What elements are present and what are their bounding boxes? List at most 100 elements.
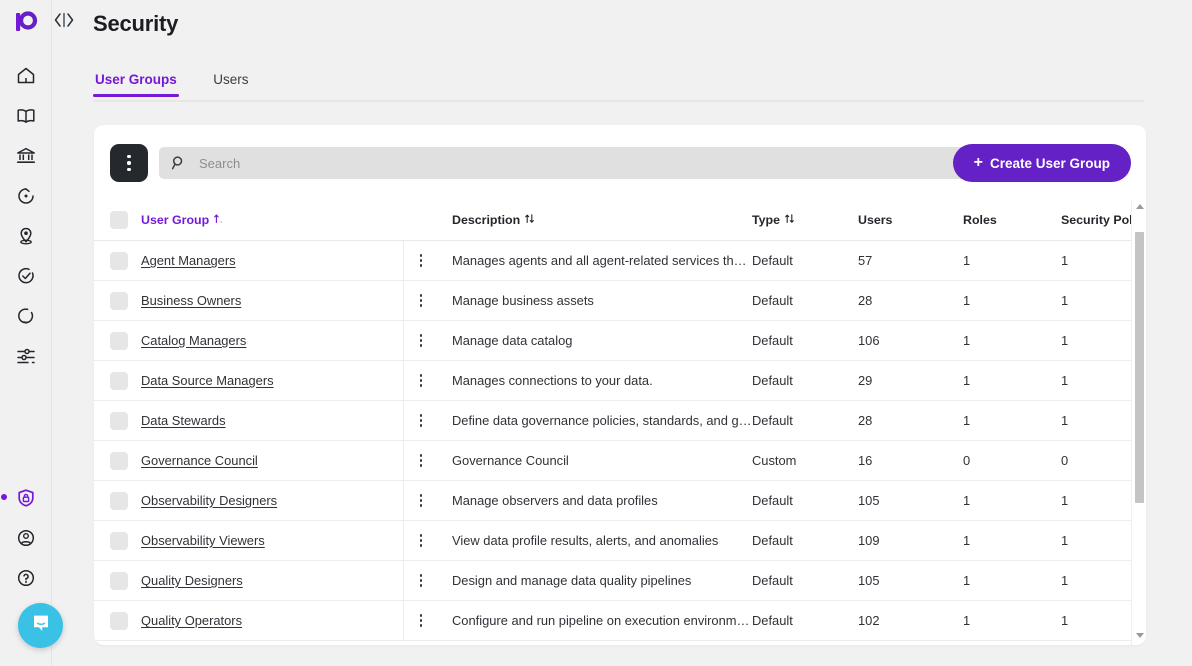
user-groups-card: + Create User Group User Group <box>94 125 1146 645</box>
search-box[interactable] <box>159 147 973 179</box>
table-row[interactable]: Catalog Managers Manage data catalog Defau… <box>94 321 1146 361</box>
row-checkbox[interactable] <box>110 611 128 630</box>
header-user-group[interactable]: User Group <box>141 213 406 227</box>
table-vertical-scrollbar[interactable] <box>1131 200 1146 645</box>
scroll-down-icon[interactable] <box>1136 633 1144 641</box>
row-more-vertical-icon[interactable] <box>414 369 429 393</box>
table-row[interactable]: Quality Designers Design and manage data … <box>94 561 1146 601</box>
cell-description: Configure and run pipeline on execution … <box>436 613 752 628</box>
user-group-link[interactable]: Agent Managers <box>141 253 236 268</box>
column-divider <box>403 561 404 600</box>
search-input[interactable] <box>199 155 973 171</box>
row-more-vertical-icon[interactable] <box>414 529 429 553</box>
cell-type: Custom <box>752 453 797 468</box>
user-group-link[interactable]: Data Source Managers <box>141 373 274 388</box>
user-group-link[interactable]: Observability Viewers <box>141 533 265 548</box>
sidebar-item-quality[interactable] <box>0 256 52 296</box>
cell-roles: 1 <box>963 493 971 508</box>
user-group-link[interactable]: Governance Council <box>141 453 258 468</box>
active-indicator-dot <box>1 494 7 500</box>
search-icon <box>171 155 187 171</box>
scrollbar-thumb[interactable] <box>1135 232 1144 503</box>
location-pin-icon <box>15 225 37 247</box>
sidebar-item-jobs[interactable] <box>0 176 52 216</box>
sidebar-item-locations[interactable] <box>0 216 52 256</box>
table-row[interactable]: Observability Designers Manage observers … <box>94 481 1146 521</box>
row-checkbox-cell <box>94 371 141 390</box>
row-more-vertical-icon[interactable] <box>414 249 429 273</box>
sort-user-group[interactable]: User Group <box>141 213 224 227</box>
sidebar-item-observability[interactable] <box>0 296 52 336</box>
sidebar-item-warehouse[interactable] <box>0 136 52 176</box>
cell-users: 102 <box>858 613 880 628</box>
table-row[interactable]: Governance Council Governance Council Cust… <box>94 441 1146 481</box>
cell-roles: 0 <box>963 453 971 468</box>
row-checkbox[interactable] <box>110 411 128 430</box>
table-row[interactable]: Data Stewards Define data governance poli… <box>94 401 1146 441</box>
table-row[interactable]: Quality Operators Configure and run pipel… <box>94 601 1146 641</box>
sidebar-item-settings[interactable] <box>0 336 52 376</box>
description-text: Manages connections to your data. <box>452 373 653 388</box>
cell-description: Manage data catalog <box>436 333 752 348</box>
row-checkbox[interactable] <box>110 291 128 310</box>
user-group-link[interactable]: Business Owners <box>141 293 241 308</box>
sort-description[interactable]: Description <box>452 213 535 227</box>
user-group-link[interactable]: Quality Designers <box>141 573 243 588</box>
sidebar-item-account[interactable] <box>0 518 52 558</box>
tab-users[interactable]: Users <box>211 72 250 97</box>
table-row[interactable]: Data Source Managers Manages connections … <box>94 361 1146 401</box>
sidebar-item-security[interactable] <box>0 478 52 518</box>
table-row[interactable]: Agent Managers Manages agents and all age… <box>94 241 1146 281</box>
cell-roles: 1 <box>963 373 971 388</box>
row-checkbox[interactable] <box>110 371 128 390</box>
header-type[interactable]: Type <box>752 213 858 227</box>
row-actions-cell <box>406 409 436 433</box>
cell-description: Manage business assets <box>436 293 752 308</box>
table-row[interactable]: Observability Viewers View data profile r… <box>94 521 1146 561</box>
description-text: Manage observers and data profiles <box>452 493 658 508</box>
scrollbar-track[interactable] <box>1132 214 1146 631</box>
page-title: Security <box>93 11 179 36</box>
tab-user-groups[interactable]: User Groups <box>93 72 179 97</box>
row-more-vertical-icon[interactable] <box>414 489 429 513</box>
user-group-link[interactable]: Quality Operators <box>141 613 242 628</box>
user-group-link[interactable]: Catalog Managers <box>141 333 246 348</box>
sort-type[interactable]: Type <box>752 213 795 227</box>
row-more-vertical-icon[interactable] <box>414 609 429 633</box>
column-divider <box>403 200 404 240</box>
bulk-actions-button[interactable] <box>110 144 148 182</box>
row-more-vertical-icon[interactable] <box>414 329 429 353</box>
row-checkbox[interactable] <box>110 571 128 590</box>
create-user-group-button[interactable]: + Create User Group <box>952 144 1131 182</box>
cell-user-group: Catalog Managers <box>141 333 406 348</box>
table-body: Agent Managers Manages agents and all age… <box>94 241 1146 641</box>
security-user-groups-page: Security User Groups Users Search + Crea… <box>0 0 1192 666</box>
row-checkbox[interactable] <box>110 251 128 270</box>
row-checkbox[interactable] <box>110 451 128 470</box>
cell-description: Manage observers and data profiles <box>436 493 752 508</box>
row-more-vertical-icon[interactable] <box>414 449 429 473</box>
sidebar-item-help[interactable] <box>0 558 52 598</box>
sidebar-item-docs[interactable] <box>0 96 52 136</box>
row-checkbox[interactable] <box>110 491 128 510</box>
scroll-up-icon[interactable] <box>1136 204 1144 212</box>
row-actions-cell <box>406 249 436 273</box>
sliders-icon <box>15 345 37 367</box>
row-more-vertical-icon[interactable] <box>414 569 429 593</box>
user-group-link[interactable]: Observability Designers <box>141 493 277 508</box>
prophecy-logo[interactable] <box>13 9 39 35</box>
row-checkbox[interactable] <box>110 531 128 550</box>
table-row[interactable]: Business Owners Manage business assets Def… <box>94 281 1146 321</box>
row-more-vertical-icon[interactable] <box>414 409 429 433</box>
cell-user-group: Observability Designers <box>141 493 406 508</box>
row-checkbox-cell <box>94 451 141 470</box>
row-actions-cell <box>406 289 436 313</box>
sidebar-item-home[interactable] <box>0 56 52 96</box>
tab-bar-underline <box>93 100 1144 102</box>
cell-users: 105 <box>858 573 880 588</box>
header-description[interactable]: Description <box>436 213 752 227</box>
row-checkbox[interactable] <box>110 331 128 350</box>
user-group-link[interactable]: Data Stewards <box>141 413 226 428</box>
select-all-checkbox[interactable] <box>110 211 128 229</box>
row-more-vertical-icon[interactable] <box>414 289 429 313</box>
